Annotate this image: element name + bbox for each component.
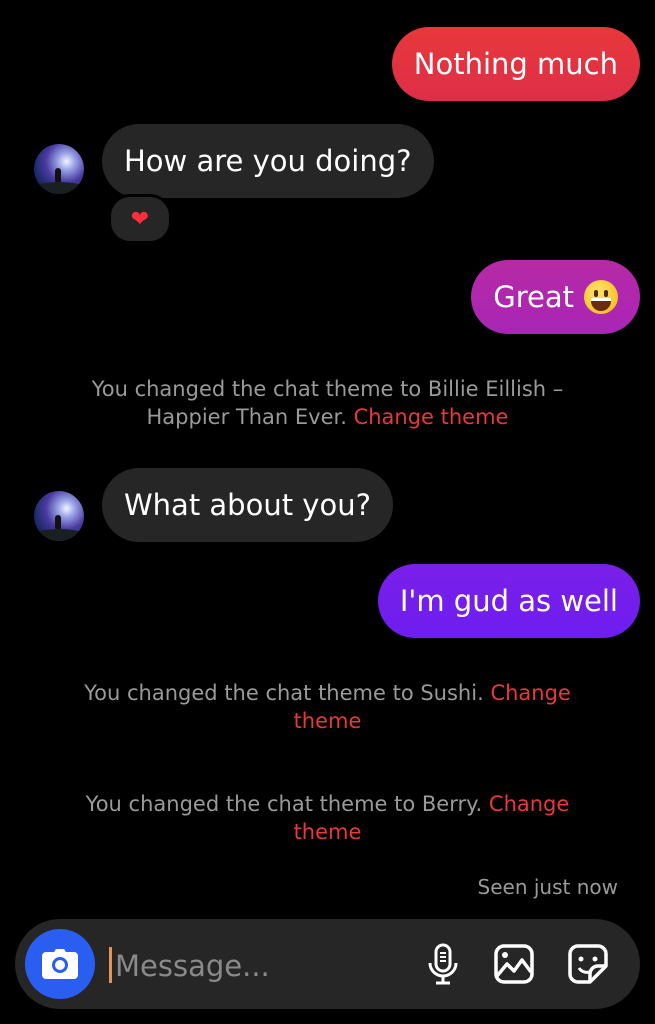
theme-change-notice: You changed the chat theme to Billie Eil… [60, 375, 595, 431]
seen-status: Seen just now [477, 875, 618, 899]
text-cursor [109, 947, 112, 983]
camera-icon [42, 949, 78, 979]
theme-change-notice: You changed the chat theme to Berry. Cha… [60, 790, 595, 846]
reaction-badge[interactable]: ❤ [108, 194, 172, 244]
sticker-icon [568, 944, 608, 984]
message-text: I'm gud as well [399, 584, 618, 618]
theme-change-notice: You changed the chat theme to Sushi. Cha… [60, 679, 595, 735]
heart-icon: ❤ [130, 206, 150, 232]
message-text: How are you doing? [124, 144, 412, 178]
gallery-button[interactable] [491, 941, 537, 987]
contact-avatar[interactable] [34, 144, 84, 194]
message-input[interactable] [113, 939, 397, 993]
message-composer [15, 919, 640, 1009]
avatar-figure [55, 168, 61, 182]
camera-button[interactable] [25, 929, 95, 999]
avatar-ground [34, 529, 84, 541]
avatar-ground [34, 182, 84, 194]
message-incoming[interactable]: What about you? [102, 468, 393, 542]
notice-text: You changed the chat theme to Berry. [85, 792, 483, 816]
message-text: Nothing much [413, 47, 618, 81]
message-outgoing[interactable]: Nothing much [391, 27, 640, 101]
notice-text: You changed the chat theme to Sushi. [84, 681, 484, 705]
sticker-button[interactable] [565, 941, 611, 987]
microphone-icon [428, 943, 458, 985]
microphone-button[interactable] [420, 941, 466, 987]
gallery-icon [494, 944, 534, 984]
grinning-face-icon [584, 280, 618, 314]
contact-avatar[interactable] [34, 491, 84, 541]
message-text: What about you? [124, 488, 371, 522]
change-theme-link[interactable]: Change theme [354, 405, 509, 429]
message-outgoing[interactable]: Great [471, 260, 640, 334]
message-text: Great [493, 280, 574, 314]
avatar-figure [55, 515, 61, 529]
message-incoming[interactable]: How are you doing? [102, 124, 434, 198]
message-outgoing[interactable]: I'm gud as well [377, 564, 640, 638]
